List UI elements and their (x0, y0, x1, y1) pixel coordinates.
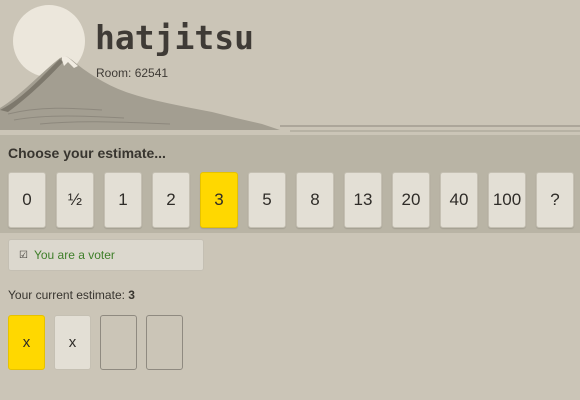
current-estimate-label: Your current estimate: (8, 288, 125, 302)
estimate-card[interactable]: ? (536, 172, 574, 228)
vote-card: x (54, 315, 91, 370)
estimate-card[interactable]: 100 (488, 172, 526, 228)
estimate-card[interactable]: 20 (392, 172, 430, 228)
check-icon: ☑ (19, 249, 28, 261)
estimate-card[interactable]: 3 (200, 172, 238, 228)
voter-toggle[interactable]: ☑ You are a voter (8, 239, 204, 271)
vote-card (146, 315, 183, 370)
estimate-card[interactable]: ½ (56, 172, 94, 228)
estimate-card[interactable]: 0 (8, 172, 46, 228)
header: hatjitsu Room: 62541 (0, 0, 580, 140)
vote-card: x (8, 315, 45, 370)
current-estimate: Your current estimate: 3 (8, 288, 135, 302)
estimate-card[interactable]: 5 (248, 172, 286, 228)
estimate-card[interactable]: 8 (296, 172, 334, 228)
current-estimate-value: 3 (128, 288, 135, 302)
vote-card (100, 315, 137, 370)
estimate-card[interactable]: 1 (104, 172, 142, 228)
room-info: Room: 62541 (96, 66, 168, 80)
voter-status-label: You are a voter (33, 248, 115, 262)
room-label: Room: (96, 66, 132, 80)
app-title: hatjitsu (95, 18, 254, 57)
estimate-card[interactable]: 13 (344, 172, 382, 228)
estimate-card-row: 0 ½ 1 2 3 5 8 13 20 40 100? (8, 172, 574, 228)
estimate-card[interactable]: 40 (440, 172, 478, 228)
choose-estimate-heading: Choose your estimate... (8, 145, 166, 161)
mount-fuji-illustration (0, 5, 580, 132)
vote-slots: xx (8, 315, 183, 370)
estimate-card[interactable]: 2 (152, 172, 190, 228)
room-id: 62541 (134, 66, 169, 80)
